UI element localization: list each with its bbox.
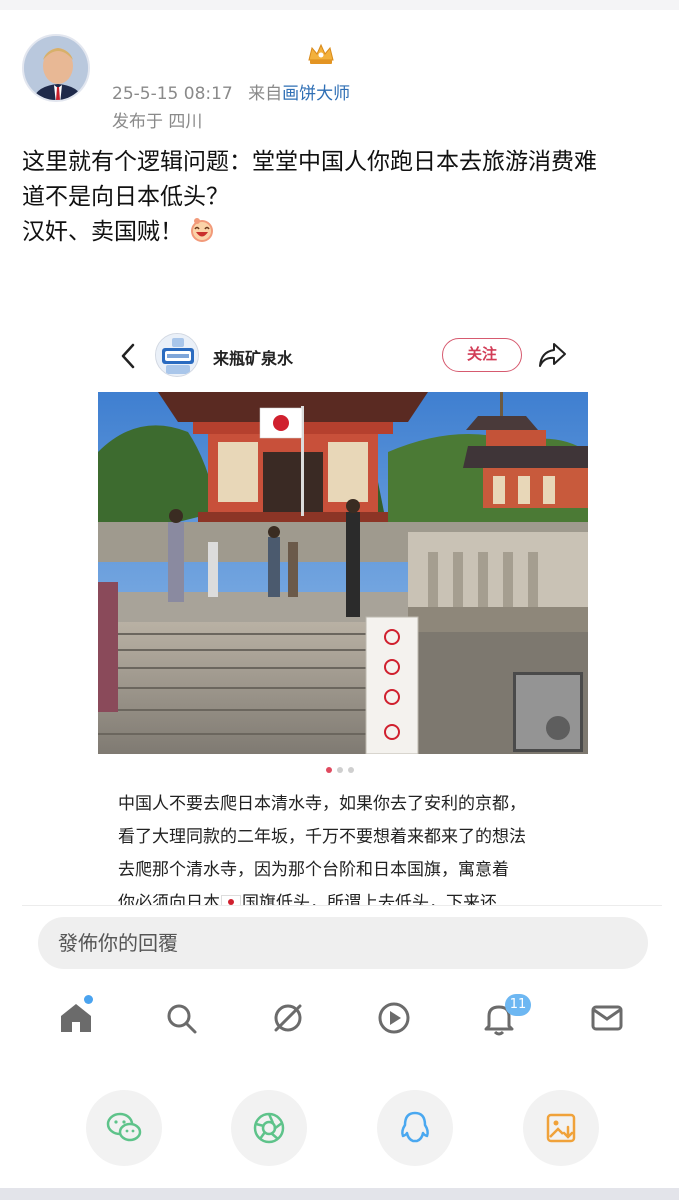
caption-line-last: 你必须向日本 国旗低头，所谓上去低头，下来还 — [118, 887, 588, 905]
messages-icon[interactable] — [587, 998, 627, 1038]
home-badge-dot — [84, 995, 93, 1004]
post-text-line-last: 汉奸、卖国贼！ — [22, 215, 662, 250]
embedded-account-avatar[interactable] — [155, 333, 199, 377]
carousel-indicator — [326, 767, 356, 775]
post-location: 发布于 四川 — [112, 112, 203, 132]
caption-line: 中国人不要去爬日本清水寺，如果你去了安利的京都， — [118, 794, 526, 814]
post-meta: 25-5-15 08:17 来自画饼大师 — [112, 79, 350, 104]
video-icon[interactable] — [374, 998, 414, 1038]
home-indicator-strip — [0, 1188, 679, 1200]
save-image-button[interactable] — [523, 1090, 599, 1166]
post-body: 这里就有个逻辑问题：堂堂中国人你跑日本去旅游消费难 道不是向日本低头？ 汉奸、卖… — [22, 145, 662, 250]
crown-badge-icon — [308, 43, 334, 64]
share-wechat-button[interactable] — [86, 1090, 162, 1166]
carousel-dot — [337, 767, 343, 773]
search-icon[interactable] — [161, 998, 201, 1038]
share-qq-button[interactable] — [377, 1090, 453, 1166]
carousel-dot — [348, 767, 354, 773]
reply-input[interactable]: 發佈你的回覆 — [38, 917, 648, 969]
embedded-screenshot[interactable]: 来瓶矿泉水 关注 中国人不要去爬日本清水寺，如果你去了安利的京都， 看了大理同款… — [0, 283, 679, 905]
caption-line: 去爬那个清水寺，因为那个台阶和日本国旗，寓意着 — [118, 860, 509, 880]
status-strip — [0, 0, 679, 10]
post-text-line: 道不是向日本低头？ — [22, 184, 229, 210]
author-avatar[interactable] — [22, 34, 90, 102]
wechat-icon — [106, 1112, 142, 1142]
temple-photo[interactable] — [98, 392, 588, 754]
notification-count-badge: 11 — [505, 994, 531, 1016]
laughing-emoji-icon — [191, 218, 213, 242]
home-icon[interactable] — [56, 998, 96, 1038]
divider — [22, 905, 662, 906]
source-app-link[interactable]: 画饼大师 — [282, 84, 350, 104]
follow-button[interactable]: 关注 — [442, 338, 522, 372]
post-text-line: 这里就有个逻辑问题：堂堂中国人你跑日本去旅游消费难 — [22, 149, 597, 175]
share-arrow-icon[interactable] — [537, 341, 567, 369]
carousel-dot-active — [326, 767, 332, 773]
discover-icon[interactable] — [268, 998, 308, 1038]
caption-line: 你必须向日本 — [118, 893, 220, 905]
embedded-caption: 中国人不要去爬日本清水寺，如果你去了安利的京都， 看了大理同款的二年坂，千万不要… — [118, 788, 588, 905]
save-image-icon — [546, 1113, 576, 1143]
caption-line: 看了大理同款的二年坂，千万不要想着来都来了的想法 — [118, 827, 526, 847]
source-prefix: 来自 — [248, 84, 283, 104]
japan-flag-emoji-icon — [221, 895, 241, 905]
avatar-portrait — [24, 36, 88, 100]
back-arrow-icon[interactable] — [116, 341, 140, 371]
caption-tail: 国旗低头，所谓上去低头，下来还 — [242, 893, 497, 905]
share-moments-button[interactable] — [231, 1090, 307, 1166]
embedded-account-name[interactable]: 来瓶矿泉水 — [213, 345, 293, 369]
post-text-line: 汉奸、卖国贼！ — [22, 219, 183, 245]
kiyomizu-temple-image — [98, 392, 588, 754]
qq-icon — [401, 1111, 429, 1143]
post-timestamp: 25-5-15 08:17 — [112, 84, 233, 104]
water-bottle-logo — [156, 334, 198, 376]
moments-icon — [253, 1112, 285, 1144]
